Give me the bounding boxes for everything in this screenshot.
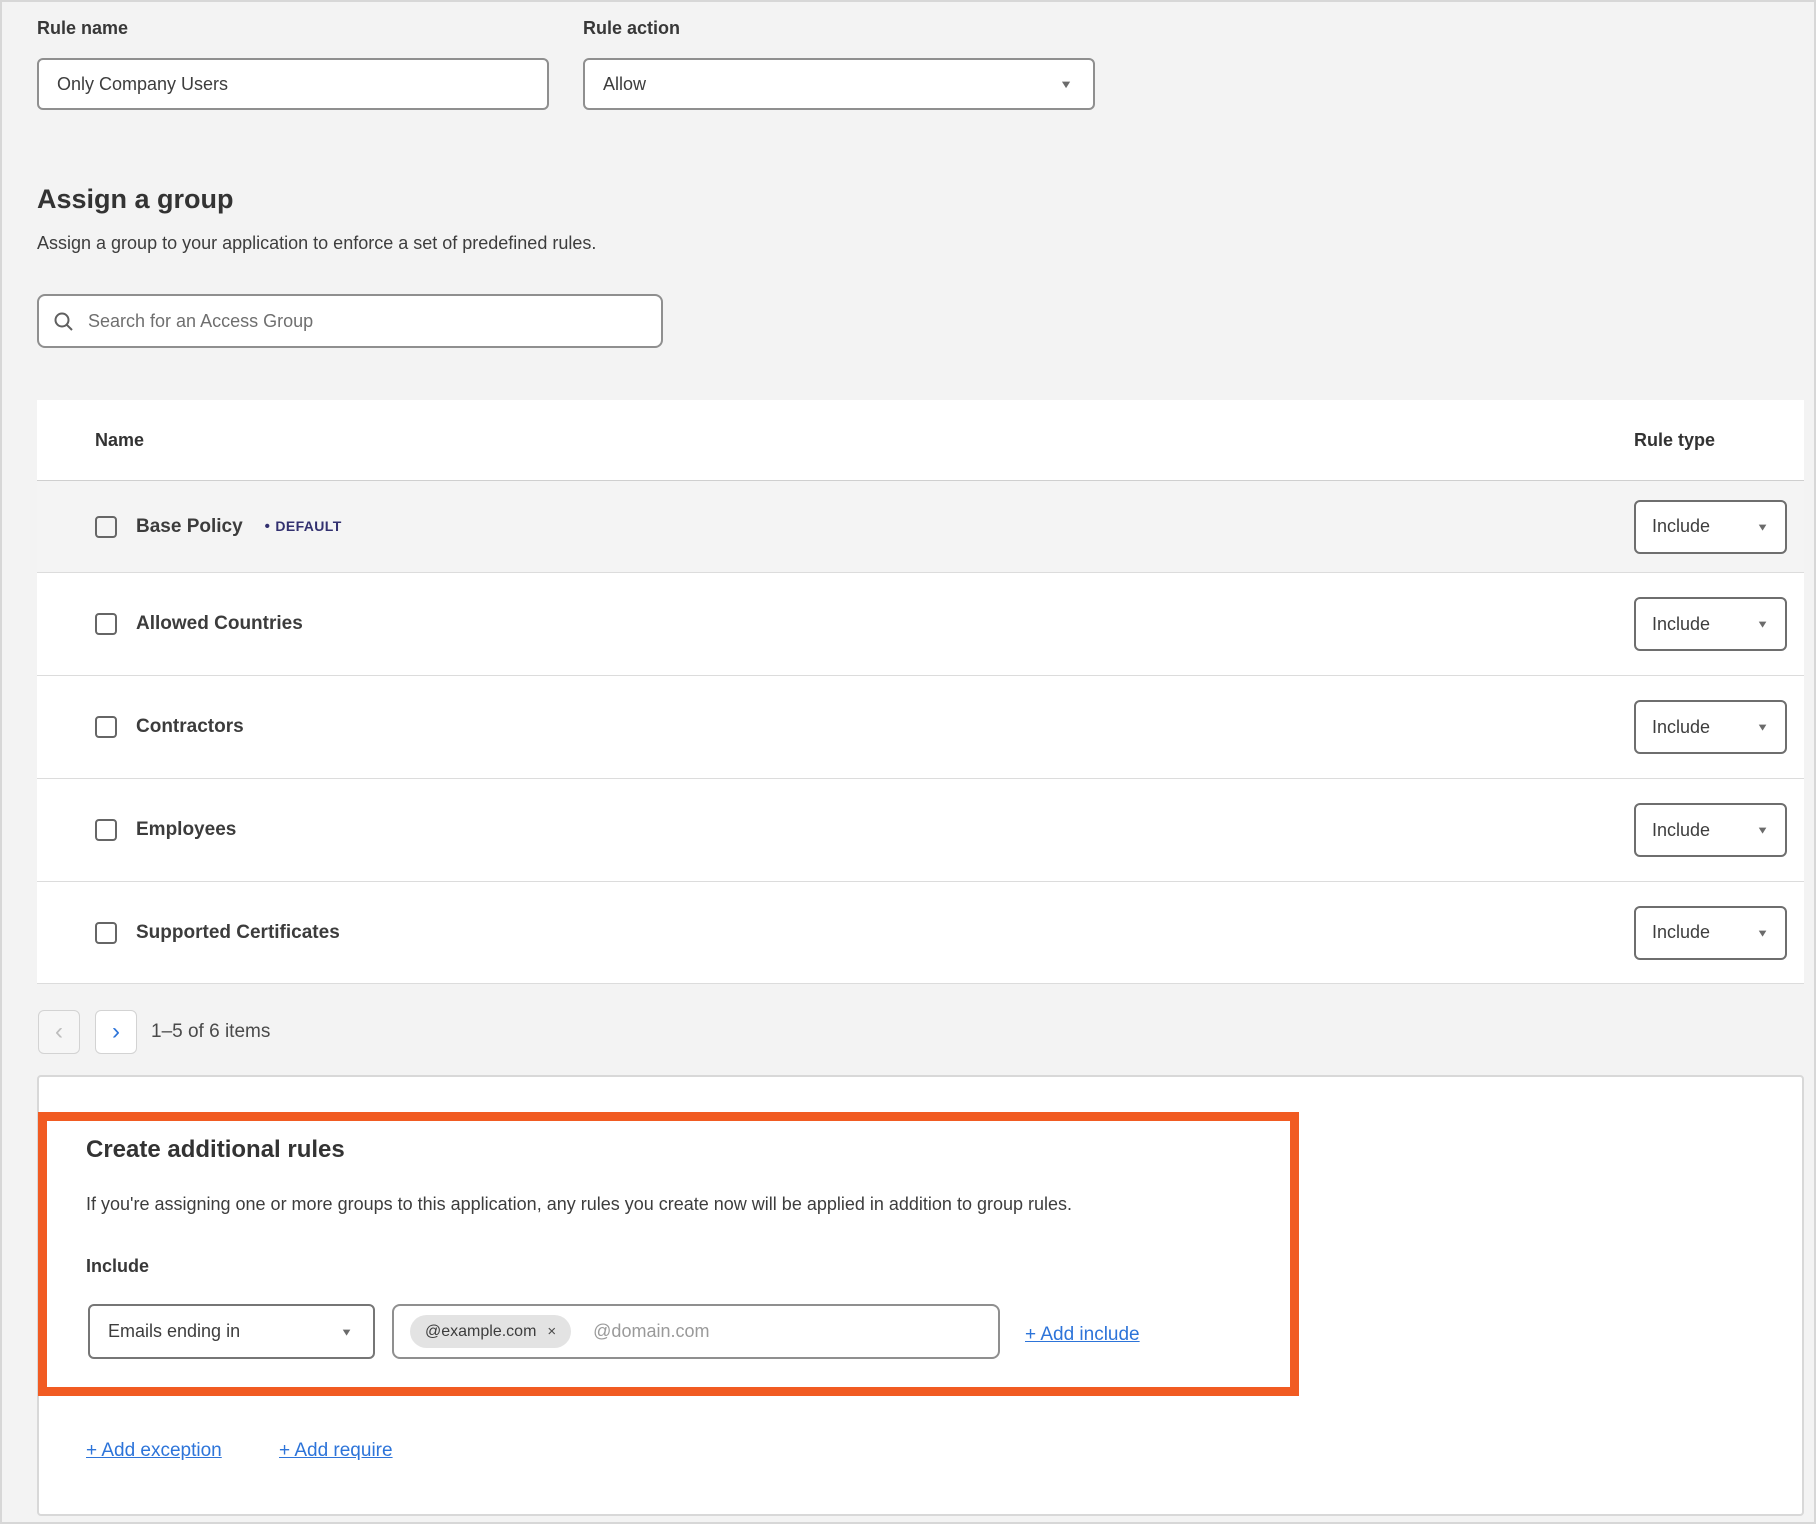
table-header-row: Name Rule type <box>37 400 1804 480</box>
rule-selector-select[interactable]: Emails ending in ▼ <box>88 1304 375 1359</box>
table-row-allowed-countries: Allowed Countries Include ▼ <box>37 572 1804 675</box>
table-row-base-policy: Base Policy •DEFAULT Include ▼ <box>37 480 1804 572</box>
add-require-link[interactable]: + Add require <box>279 1440 393 1462</box>
pagination: ‹ › 1–5 of 6 items <box>38 1010 270 1054</box>
table-row-employees: Employees Include ▼ <box>37 778 1804 881</box>
rule-selector-value: Emails ending in <box>108 1321 240 1342</box>
group-name: Base Policy <box>136 516 243 538</box>
search-input[interactable] <box>88 311 647 332</box>
access-group-search[interactable] <box>37 294 663 348</box>
group-name: Supported Certificates <box>136 922 340 944</box>
row-checkbox[interactable] <box>95 819 117 841</box>
assign-group-heading: Assign a group <box>37 184 234 215</box>
chevron-right-icon: › <box>112 1020 120 1044</box>
table-row-supported-certificates: Supported Certificates Include ▼ <box>37 881 1804 984</box>
row-checkbox[interactable] <box>95 613 117 635</box>
chevron-left-icon: ‹ <box>55 1020 63 1044</box>
group-name: Contractors <box>136 716 244 738</box>
add-include-link[interactable]: + Add include <box>1025 1324 1140 1346</box>
chevron-down-icon: ▼ <box>340 1326 353 1338</box>
include-section-label: Include <box>86 1256 149 1277</box>
row-checkbox[interactable] <box>95 716 117 738</box>
rule-type-select[interactable]: Include ▼ <box>1634 500 1787 554</box>
search-icon <box>53 311 74 332</box>
access-groups-table: Name Rule type Base Policy •DEFAULT Incl… <box>37 400 1804 984</box>
rule-name-input[interactable] <box>37 58 549 110</box>
next-page-button[interactable]: › <box>95 1010 137 1054</box>
access-rule-form-page: Rule name Rule action Allow ▼ Assign a g… <box>0 0 1816 1524</box>
rule-type-select[interactable]: Include ▼ <box>1634 700 1787 754</box>
add-exception-link[interactable]: + Add exception <box>86 1440 222 1462</box>
email-domain-field[interactable] <box>593 1321 982 1342</box>
rule-type-select[interactable]: Include ▼ <box>1634 803 1787 857</box>
group-name: Allowed Countries <box>136 613 303 635</box>
rule-action-select[interactable]: Allow ▼ <box>583 58 1095 110</box>
assign-group-description: Assign a group to your application to en… <box>37 233 596 254</box>
chevron-down-icon: ▼ <box>1756 618 1769 630</box>
pagination-label: 1–5 of 6 items <box>151 1021 270 1043</box>
bullet-icon: • <box>265 518 271 535</box>
rule-action-value: Allow <box>603 74 646 95</box>
group-name: Employees <box>136 819 236 841</box>
chevron-down-icon: ▼ <box>1756 521 1769 533</box>
previous-page-button[interactable]: ‹ <box>38 1010 80 1054</box>
chevron-down-icon: ▼ <box>1756 927 1769 939</box>
rule-type-select[interactable]: Include ▼ <box>1634 597 1787 651</box>
rule-action-label: Rule action <box>583 18 680 39</box>
rule-type-select[interactable]: Include ▼ <box>1634 906 1787 960</box>
default-badge: •DEFAULT <box>265 518 342 535</box>
additional-rules-description: If you're assigning one or more groups t… <box>86 1194 1072 1215</box>
remove-tag-icon[interactable]: × <box>547 1323 556 1340</box>
name-column-header: Name <box>95 430 144 451</box>
rule-type-column-header: Rule type <box>1634 430 1715 451</box>
email-domains-input[interactable]: @example.com × <box>392 1304 1000 1359</box>
table-row-contractors: Contractors Include ▼ <box>37 675 1804 778</box>
additional-rules-heading: Create additional rules <box>86 1136 345 1164</box>
chevron-down-icon: ▼ <box>1756 721 1769 733</box>
rule-name-label: Rule name <box>37 18 128 39</box>
row-checkbox[interactable] <box>95 922 117 944</box>
chevron-down-icon: ▼ <box>1059 78 1073 91</box>
row-checkbox[interactable] <box>95 516 117 538</box>
chevron-down-icon: ▼ <box>1756 824 1769 836</box>
email-domain-tag: @example.com × <box>410 1315 571 1348</box>
